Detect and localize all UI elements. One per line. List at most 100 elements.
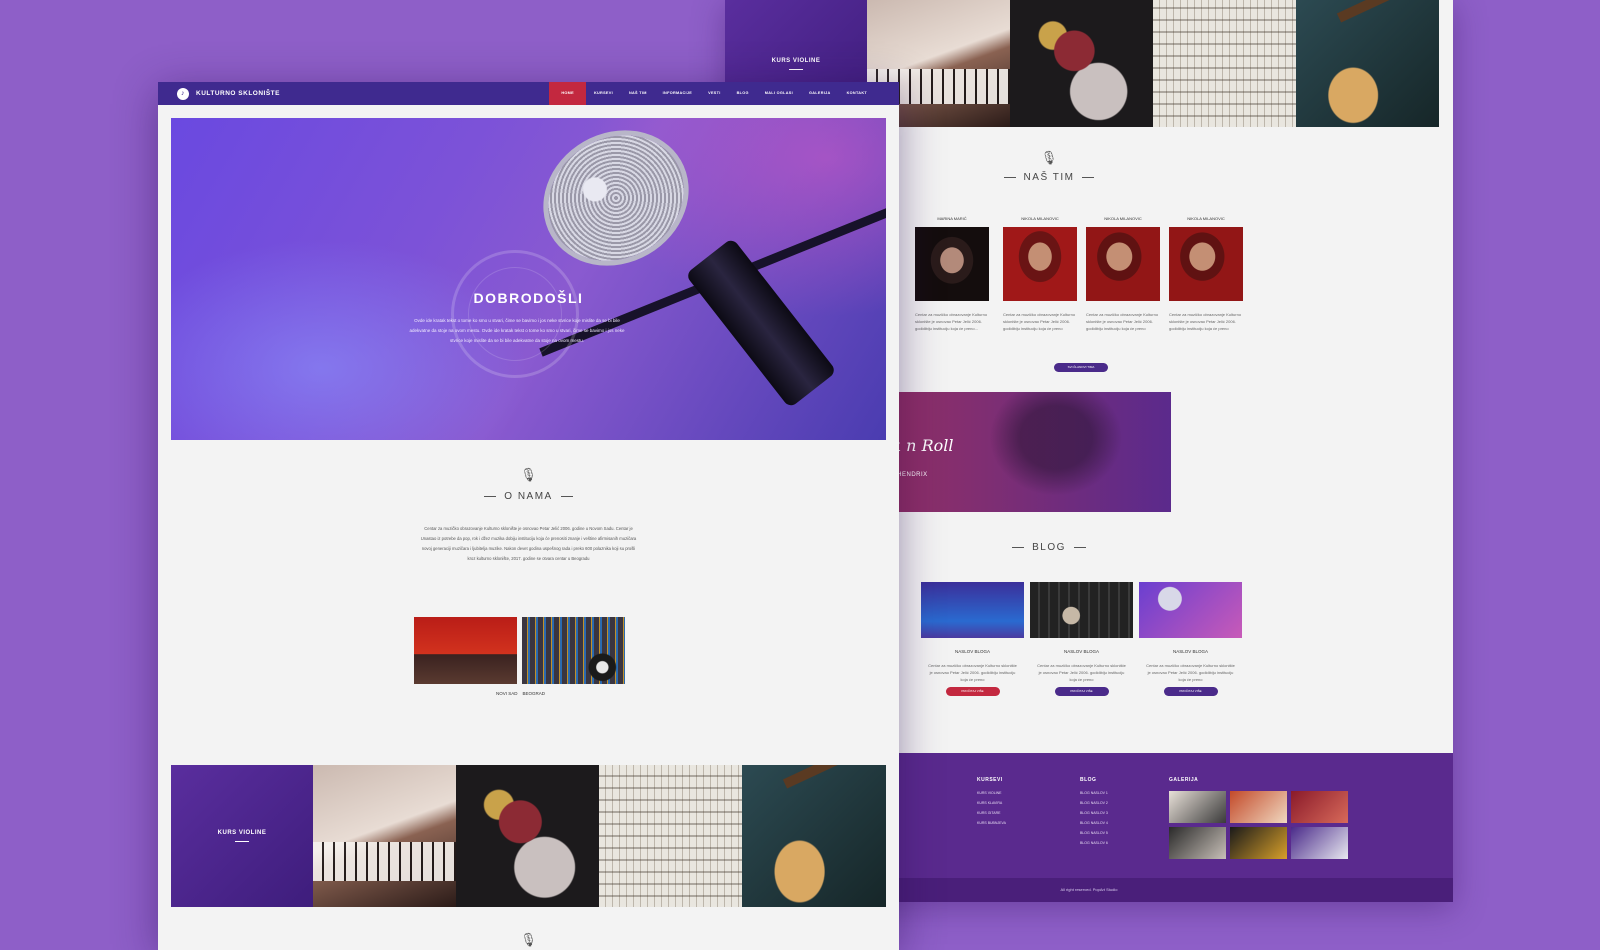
- about-section: 🎙 O NAMA Centar za muzičko obrazovanje K…: [158, 467, 899, 564]
- gallery-grid: [1169, 791, 1348, 859]
- location-label[interactable]: BEOGRAD: [523, 691, 546, 696]
- divider: [1073, 547, 1086, 548]
- footer-link[interactable]: BLOG NASLOV 6: [1080, 841, 1108, 845]
- hero-text: Ovde ide kratak tekst o tome ko smo u st…: [409, 318, 625, 343]
- nav-item-kursevi[interactable]: KURSEVI: [586, 82, 621, 105]
- team-member[interactable]: MARINA MARIĆ Centar za muzičko obrazovan…: [915, 216, 989, 332]
- blog-post[interactable]: NASLOV BLOGA Centar za muzičko obrazovan…: [921, 582, 1024, 696]
- blog-post-text: Centar za muzičko obrazovanje Kulturno s…: [1037, 663, 1126, 682]
- nav-item-blog[interactable]: BLOG: [729, 82, 757, 105]
- course-tile-mixer[interactable]: [1153, 0, 1296, 127]
- divider: [560, 496, 573, 497]
- location-image[interactable]: [414, 617, 517, 684]
- hero-title: DOBRODOŠLI: [473, 290, 584, 306]
- blog-post-text: Centar za muzičko obrazovanje Kulturno s…: [928, 663, 1017, 682]
- website-mockup-front: ♪ KULTURNO SKLONIŠTE HOME KURSEVI NAŠ TI…: [158, 82, 899, 950]
- read-more-button[interactable]: PROČITAJ VIŠE: [945, 687, 1000, 696]
- footer-link[interactable]: KURS KLAVIRA: [977, 801, 1006, 805]
- course-strip: KURS VIOLINE: [171, 765, 886, 907]
- footer-link[interactable]: KURS VIOLINE: [977, 791, 1006, 795]
- footer-heading: KURSEVI: [977, 777, 1003, 783]
- locations: [414, 617, 625, 684]
- footer-courses: KURSEVI KURS VIOLINE KURS KLAVIRA KURS G…: [977, 777, 1006, 831]
- blog-post[interactable]: NASLOV BLOGA Centar za muzičko obrazovan…: [1139, 582, 1242, 696]
- course-tile-drums[interactable]: [456, 765, 599, 907]
- footer-link[interactable]: KURS BUBNJEVA: [977, 821, 1006, 825]
- member-name: NIKOLA MILANOVIC: [1187, 216, 1225, 221]
- blog-post-title: NASLOV BLOGA: [954, 649, 990, 654]
- nav-item-home[interactable]: HOME: [549, 82, 586, 105]
- read-more-button[interactable]: PROČITAJ VIŠE: [1054, 687, 1109, 696]
- microphone-icon: 🎙: [520, 467, 537, 482]
- all-team-button[interactable]: SVI ČLANOVI TIMA: [1054, 363, 1108, 372]
- blog-post[interactable]: NASLOV BLOGA Centar za muzičko obrazovan…: [1030, 582, 1133, 696]
- location-card-novi-sad[interactable]: [414, 617, 517, 684]
- member-name: NIKOLA MILANOVIC: [1104, 216, 1142, 221]
- microphone-icon: 🎙: [520, 932, 537, 947]
- nav-item-mali-oglasi[interactable]: MALI OGLASI: [757, 82, 801, 105]
- blog-image[interactable]: [921, 582, 1024, 638]
- footer-heading: BLOG: [1080, 777, 1097, 783]
- main-nav: HOME KURSEVI NAŠ TIM INFORMACIJE VESTI B…: [549, 82, 875, 105]
- course-tile-piano[interactable]: [313, 765, 456, 907]
- course-tile-guitar[interactable]: [742, 765, 886, 907]
- nav-item-kontakt[interactable]: KONTAKT: [839, 82, 875, 105]
- course-tile-drums[interactable]: [1010, 0, 1153, 127]
- member-photo[interactable]: [1169, 227, 1243, 301]
- read-more-button[interactable]: PROČITAJ VIŠE: [1163, 687, 1218, 696]
- gallery-thumb[interactable]: [1169, 791, 1226, 823]
- team-member[interactable]: NIKOLA MILANOVIC Centar za muzičko obraz…: [1169, 216, 1243, 332]
- team-member[interactable]: NIKOLA MILANOVIC Centar za muzičko obraz…: [1003, 216, 1077, 332]
- divider: [235, 841, 249, 842]
- nav-item-vesti[interactable]: VESTI: [700, 82, 728, 105]
- footer-gallery: GALERIJA: [1169, 777, 1348, 859]
- blog-image[interactable]: [1139, 582, 1242, 638]
- course-tile-violin[interactable]: KURS VIOLINE: [171, 765, 313, 907]
- course-tile-guitar[interactable]: [1296, 0, 1439, 127]
- footer-link[interactable]: BLOG NASLOV 4: [1080, 821, 1108, 825]
- team-member[interactable]: NIKOLA MILANOVIC Centar za muzičko obraz…: [1086, 216, 1160, 332]
- member-photo[interactable]: [1086, 227, 1160, 301]
- member-photo[interactable]: [915, 227, 989, 301]
- nav-item-nas-tim[interactable]: NAŠ TIM: [621, 82, 655, 105]
- member-bio: Centar za muzičko obrazovanje Kulturno s…: [1169, 312, 1242, 331]
- gallery-thumb[interactable]: [1230, 827, 1287, 859]
- footer-link[interactable]: BLOG NASLOV 3: [1080, 811, 1108, 815]
- footer-link[interactable]: BLOG NASLOV 5: [1080, 831, 1108, 835]
- divider: [1082, 177, 1095, 178]
- divider: [1012, 547, 1025, 548]
- member-photo[interactable]: [1003, 227, 1077, 301]
- about-title: O NAMA: [504, 491, 553, 502]
- gallery-thumb[interactable]: [1291, 827, 1348, 859]
- course-tile-label: KURS VIOLINE: [771, 57, 821, 64]
- quote-portrait: [971, 392, 1141, 512]
- location-label[interactable]: NOVI SAD: [496, 691, 518, 696]
- site-logo[interactable]: ♪ KULTURNO SKLONIŠTE: [177, 87, 280, 100]
- team-title: NAŠ TIM: [1023, 172, 1075, 183]
- blog-post-title: NASLOV BLOGA: [1172, 649, 1208, 654]
- gallery-thumb[interactable]: [1291, 791, 1348, 823]
- footer-link[interactable]: BLOG NASLOV 1: [1080, 791, 1108, 795]
- member-bio: Centar za muzičko obrazovanje Kulturno s…: [915, 312, 988, 331]
- member-name: MARINA MARIĆ: [937, 216, 967, 221]
- footer-link[interactable]: KURS GITARE: [977, 811, 1006, 815]
- location-labels: NOVI SAD BEOGRAD: [496, 691, 545, 696]
- course-tile-mixer[interactable]: [599, 765, 742, 907]
- nav-item-galerija[interactable]: GALERIJA: [801, 82, 839, 105]
- blog-title: BLOG: [1032, 542, 1066, 553]
- footer-blog: BLOG BLOG NASLOV 1 BLOG NASLOV 2 BLOG NA…: [1080, 777, 1108, 851]
- blog-image[interactable]: [1030, 582, 1133, 638]
- divider: [1003, 177, 1016, 178]
- gallery-thumb[interactable]: [1169, 827, 1226, 859]
- nav-item-informacije[interactable]: INFORMACIJE: [655, 82, 700, 105]
- member-bio: Centar za muzičko obrazovanje Kulturno s…: [1003, 312, 1076, 331]
- blog-post-text: Centar za muzičko obrazovanje Kulturno s…: [1146, 663, 1235, 682]
- blog-posts: NASLOV BLOGA Centar za muzičko obrazovan…: [921, 582, 1242, 696]
- footer-link[interactable]: BLOG NASLOV 2: [1080, 801, 1108, 805]
- logo-text: KULTURNO SKLONIŠTE: [196, 90, 280, 97]
- location-card-beograd[interactable]: [522, 617, 625, 684]
- location-image[interactable]: [522, 617, 625, 684]
- logo-icon: ♪: [177, 87, 189, 100]
- gallery-thumb[interactable]: [1230, 791, 1287, 823]
- navbar: ♪ KULTURNO SKLONIŠTE HOME KURSEVI NAŠ TI…: [158, 82, 899, 105]
